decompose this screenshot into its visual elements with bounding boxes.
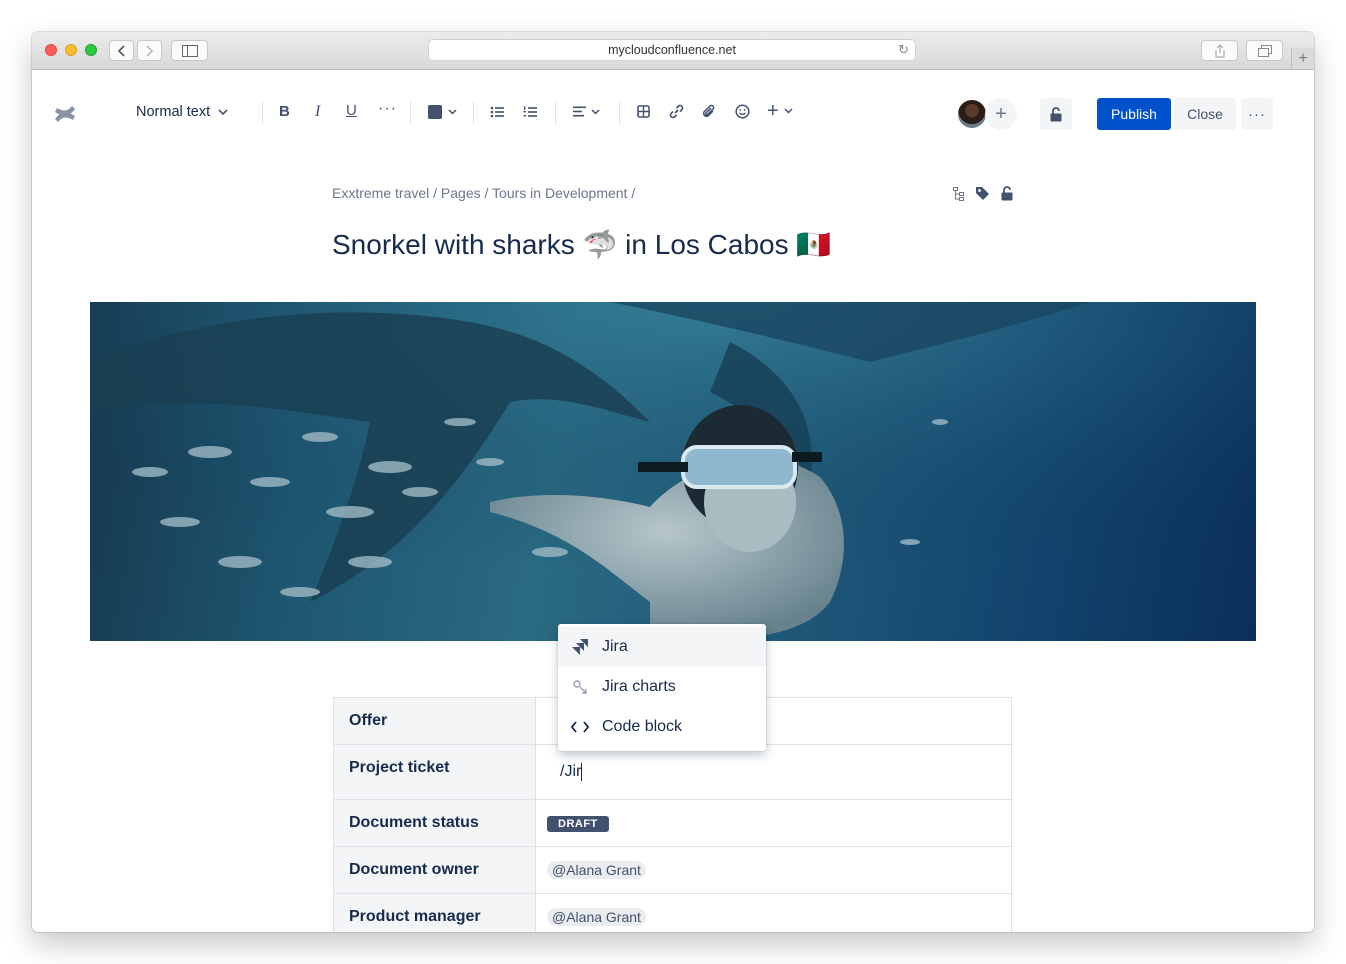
jira-icon <box>572 639 588 655</box>
row-header: Offer <box>333 697 536 745</box>
share-button[interactable] <box>1201 40 1238 61</box>
color-swatch-icon <box>428 105 442 119</box>
zoom-window-button[interactable] <box>85 44 97 56</box>
menu-item-label: Code block <box>602 718 683 735</box>
header-image[interactable] <box>90 302 1256 641</box>
row-header: Project ticket <box>333 744 536 800</box>
status-lozenge[interactable]: DRAFT <box>547 816 609 832</box>
share-icon <box>1214 43 1225 58</box>
new-tab-button[interactable]: + <box>1291 48 1314 69</box>
chevron-right-icon <box>146 44 154 57</box>
unlock-icon <box>1050 106 1062 121</box>
user-mention[interactable]: @Alana Grant <box>547 860 646 879</box>
close-button[interactable]: Close <box>1174 98 1236 130</box>
underline-button[interactable]: U <box>346 102 357 119</box>
breadcrumb-pages-link[interactable]: Pages <box>441 185 481 201</box>
sidebar-toggle-button[interactable] <box>171 40 208 61</box>
table-cell[interactable]: DRAFT <box>535 799 1012 847</box>
tabs-icon <box>1257 44 1272 57</box>
collaborator-avatar[interactable] <box>956 98 988 130</box>
plus-icon: + <box>767 100 779 122</box>
minimize-window-button[interactable] <box>65 44 77 56</box>
table-icon[interactable] <box>637 105 650 118</box>
table-cell[interactable]: /Jir <box>535 744 1012 800</box>
italic-button[interactable]: I <box>315 103 320 121</box>
reload-icon[interactable]: ↻ <box>898 42 909 58</box>
toolbar-divider <box>262 102 263 124</box>
table-row: Document owner @Alana Grant <box>333 846 1012 894</box>
jira-charts-icon <box>573 680 587 694</box>
toolbar-divider <box>619 102 620 124</box>
table-row: Project ticket /Jir <box>333 744 1012 800</box>
publish-button[interactable]: Publish <box>1097 98 1171 130</box>
chevron-down-icon <box>591 108 600 115</box>
breadcrumb-space-link[interactable]: Exxtreme travel <box>332 185 429 201</box>
browser-toolbar: mycloudconfluence.net ↻ + <box>32 32 1314 70</box>
sidebar-icon <box>181 44 198 57</box>
slash-command-menu: Jira Jira charts Code block <box>558 624 766 751</box>
slash-command-text: /Jir <box>560 763 582 781</box>
row-header: Document owner <box>333 846 536 894</box>
table-cell[interactable]: @Alana Grant <box>535 893 1012 932</box>
breadcrumb-parent-link[interactable]: Tours in Development <box>492 185 627 201</box>
toolbar-divider <box>410 102 411 124</box>
menu-item-jira[interactable]: Jira <box>558 627 766 667</box>
chevron-down-icon <box>448 109 457 115</box>
breadcrumb-separator: / <box>631 185 636 201</box>
more-formatting-button[interactable]: ··· <box>378 100 397 118</box>
table-row: Product manager @Alana Grant <box>333 893 1012 932</box>
align-left-icon <box>573 106 586 117</box>
table-row: Document status DRAFT <box>333 799 1012 847</box>
browser-window: mycloudconfluence.net ↻ + Normal text B … <box>32 32 1314 932</box>
row-header: Document status <box>333 799 536 847</box>
user-mention[interactable]: @Alana Grant <box>547 907 646 926</box>
address-bar[interactable]: mycloudconfluence.net ↻ <box>428 39 916 61</box>
bold-button[interactable]: B <box>279 103 290 120</box>
back-button[interactable] <box>109 40 134 61</box>
confluence-logo-icon[interactable] <box>54 104 76 124</box>
page-title[interactable]: Snorkel with sharks 🦈 in Los Cabos 🇲🇽 <box>332 228 831 261</box>
close-window-button[interactable] <box>45 44 57 56</box>
page-tree-icon[interactable] <box>953 187 965 201</box>
emoji-icon[interactable] <box>735 104 750 119</box>
breadcrumb-separator: / <box>433 185 438 201</box>
tabs-overview-button[interactable] <box>1246 40 1283 61</box>
restrictions-button[interactable] <box>1040 98 1072 130</box>
table-cell[interactable]: @Alana Grant <box>535 846 1012 894</box>
code-icon <box>571 721 589 733</box>
menu-item-code-block[interactable]: Code block <box>558 707 766 747</box>
text-cursor <box>581 762 583 781</box>
underwater-photo-image <box>90 302 1256 641</box>
text-color-button[interactable] <box>428 105 457 119</box>
page-restrictions-icon[interactable] <box>1001 186 1013 201</box>
text-style-label: Normal text <box>136 104 211 120</box>
link-icon[interactable] <box>669 104 684 119</box>
toolbar-divider <box>555 102 556 124</box>
attachment-icon[interactable] <box>702 104 716 119</box>
menu-item-label: Jira <box>602 638 628 655</box>
breadcrumb-separator: / <box>484 185 489 201</box>
forward-button[interactable] <box>137 40 162 61</box>
invite-collaborator-button[interactable]: + <box>985 98 1017 130</box>
menu-item-jira-charts[interactable]: Jira charts <box>558 667 766 707</box>
insert-dropdown[interactable]: + <box>767 100 793 122</box>
more-actions-button[interactable]: ··· <box>1241 98 1273 130</box>
breadcrumb: Exxtreme travel / Pages / Tours in Devel… <box>332 185 635 201</box>
alignment-dropdown[interactable] <box>573 106 600 117</box>
bullet-list-icon[interactable] <box>490 106 504 118</box>
menu-item-label: Jira charts <box>602 678 676 695</box>
chevron-down-icon <box>784 108 793 114</box>
chevron-down-icon <box>218 108 228 115</box>
toolbar-divider <box>473 102 474 124</box>
text-style-dropdown[interactable]: Normal text <box>136 104 228 120</box>
chevron-left-icon <box>117 44 125 57</box>
url-text: mycloudconfluence.net <box>608 43 736 57</box>
numbered-list-icon[interactable] <box>523 106 537 118</box>
label-icon[interactable] <box>975 186 990 201</box>
row-header: Product manager <box>333 893 536 932</box>
